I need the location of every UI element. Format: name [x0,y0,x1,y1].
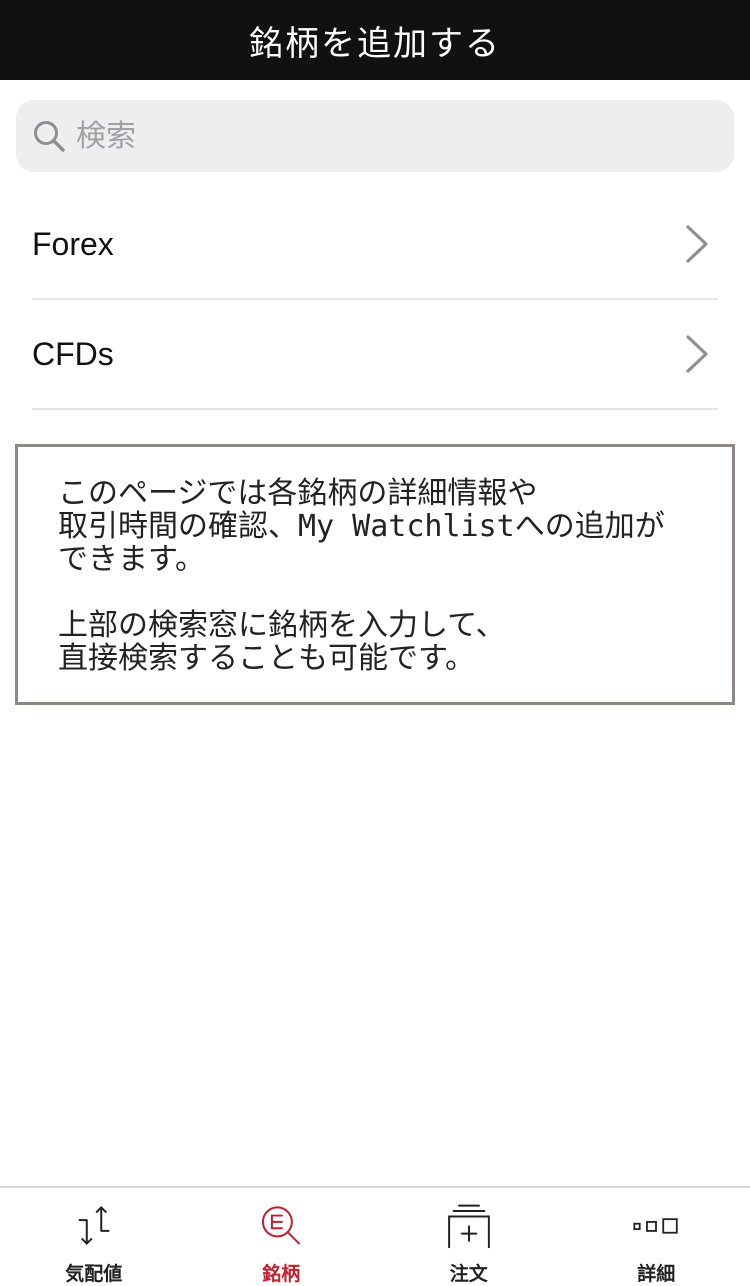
tab-quotes[interactable]: 気配値 [0,1188,188,1286]
search-input[interactable] [76,111,676,161]
page-title: 銘柄を追加する [249,23,501,64]
list-item-label: CFDs [32,335,114,372]
bottom-tab-bar: 気配値 銘柄 注文 詳細 [0,1186,750,1286]
tab-details[interactable]: 詳細 [563,1188,750,1286]
tab-symbols[interactable]: 銘柄 [188,1188,376,1286]
info-paragraph: 上部の検索窓に銘柄を入力して、 直接検索することも可能です。 [58,608,506,676]
app-root: 銘柄を追加する Forex CFDs このページでは各銘柄の詳細情報や 取引時間… [0,0,750,1286]
tab-label: 注文 [449,1263,488,1285]
list-item-label: Forex [32,225,114,262]
header-bar: 銘柄を追加する [0,0,750,80]
order-add-icon [447,1204,490,1249]
quote-arrows-icon [78,1206,110,1245]
tab-label: 詳細 [637,1263,676,1285]
search-bar[interactable] [16,100,734,172]
info-box: このページでは各銘柄の詳細情報や 取引時間の確認、My Watchlistへの追… [15,444,735,705]
list-item-forex[interactable]: Forex [32,190,718,300]
chevron-right-icon [686,335,708,373]
category-list: Forex CFDs [0,190,750,410]
chevron-right-icon [686,225,708,263]
tab-label: 銘柄 [262,1263,301,1285]
list-item-cfds[interactable]: CFDs [32,300,718,410]
more-squares-icon [633,1218,678,1234]
info-paragraph: このページでは各銘柄の詳細情報や 取引時間の確認、My Watchlistへの追… [58,476,665,577]
symbol-search-icon [262,1206,301,1245]
tab-label: 気配値 [65,1263,123,1285]
tab-order[interactable]: 注文 [375,1188,563,1286]
search-icon [34,121,65,152]
